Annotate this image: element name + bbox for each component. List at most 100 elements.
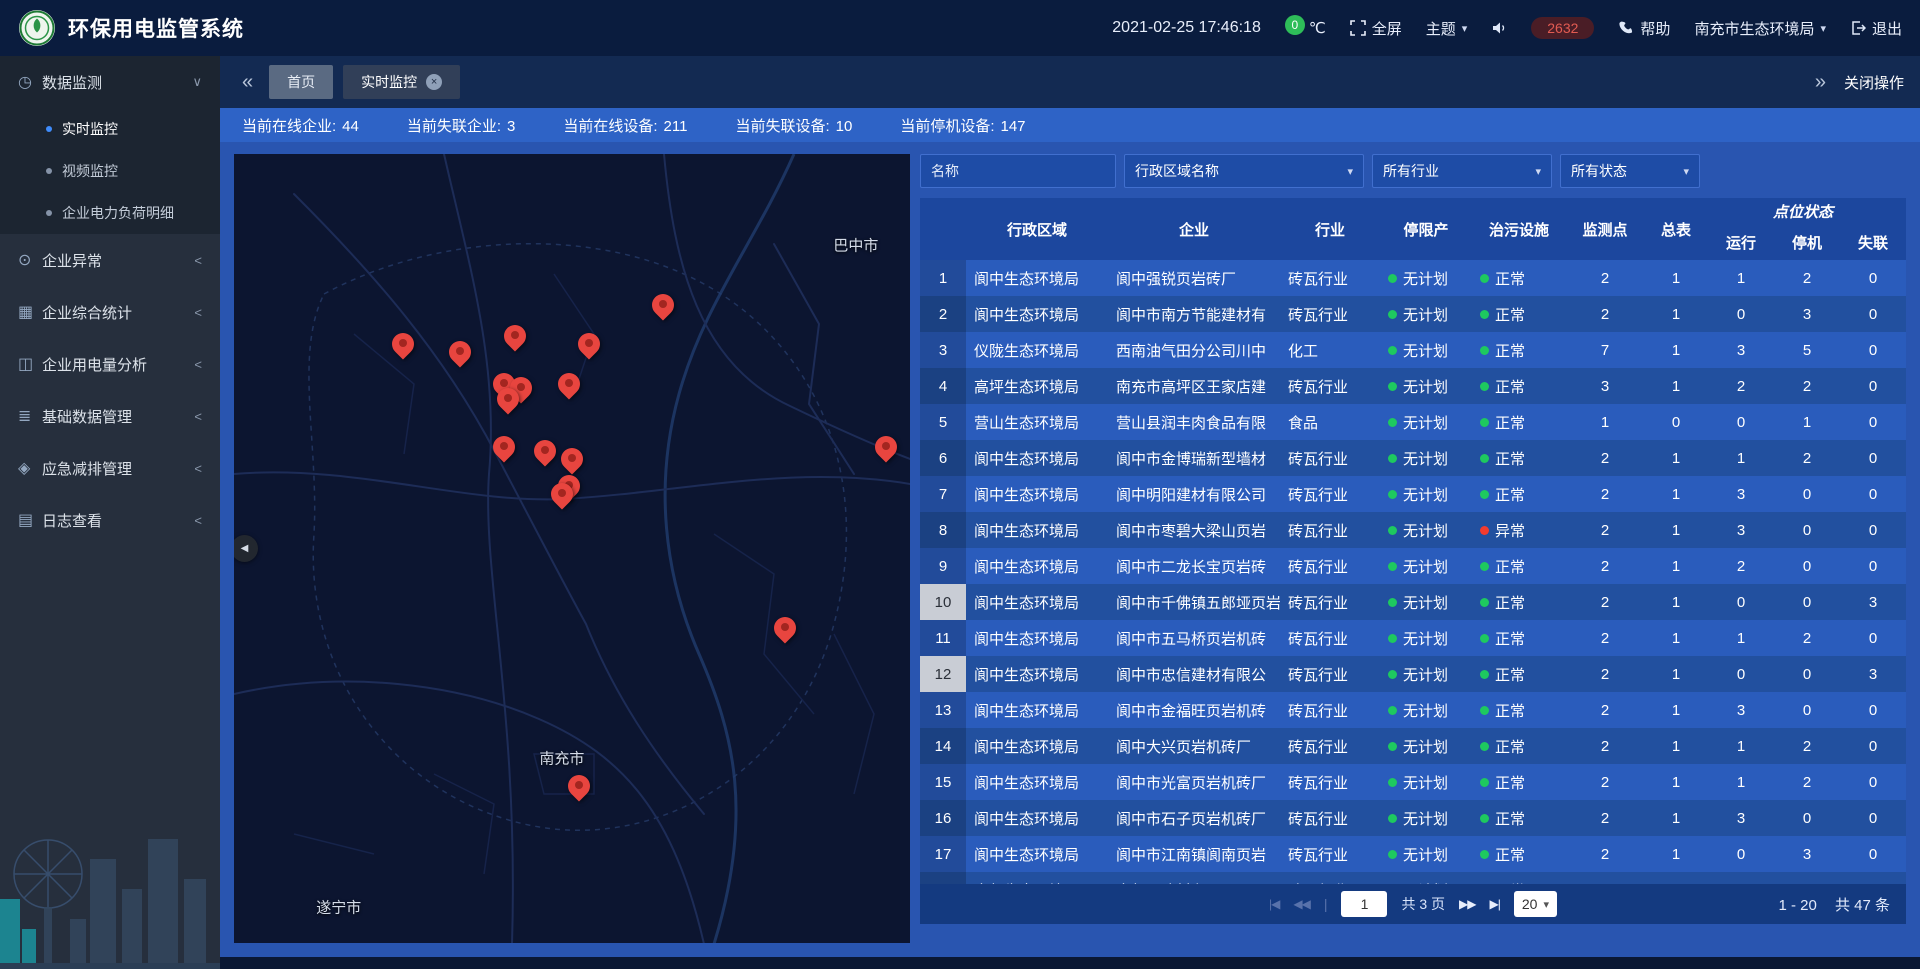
sidebar-group-alert[interactable]: ⊙企业异常< xyxy=(0,234,220,286)
map-pin-icon[interactable] xyxy=(578,333,600,355)
name-filter-input[interactable] xyxy=(920,154,1116,188)
table-row[interactable]: 13阆中生态环境局阆中市金福旺页岩机砖砖瓦行业无计划正常21300 xyxy=(920,692,1906,728)
industry-filter-select[interactable]: 所有行业 ▾ xyxy=(1372,154,1552,188)
sidebar-group-database[interactable]: ≣基础数据管理< xyxy=(0,390,220,442)
table-row[interactable]: 3仪陇生态环境局西南油气田分公司川中化工无计划正常71350 xyxy=(920,332,1906,368)
cell-meter: 1 xyxy=(1644,440,1708,476)
map[interactable]: 巴中市南充市遂宁市 ◀ xyxy=(234,154,910,943)
cell-facility-status: 正常 xyxy=(1472,692,1566,728)
map-pin-icon[interactable] xyxy=(497,388,519,410)
prev-page-icon[interactable]: ◀◀ xyxy=(1293,897,1309,911)
page-size-select[interactable]: 20 ▾ xyxy=(1514,891,1557,917)
map-pin-icon[interactable] xyxy=(534,440,556,462)
org-menu[interactable]: 南充市生态环境局 ▾ xyxy=(1694,18,1826,39)
tab-bar: « 首页 实时监控 × » 关闭操作 xyxy=(220,56,1920,108)
table-row[interactable]: 10阆中生态环境局阆中市千佛镇五郎垭页岩砖瓦行业无计划正常21003 xyxy=(920,584,1906,620)
table-row[interactable]: 14阆中生态环境局阆中大兴页岩机砖厂砖瓦行业无计划正常21120 xyxy=(920,728,1906,764)
table-row[interactable]: 11阆中生态环境局阆中市五马桥页岩机砖砖瓦行业无计划正常21120 xyxy=(920,620,1906,656)
cell-region: 阆中生态环境局 xyxy=(966,620,1108,656)
map-pin-icon[interactable] xyxy=(493,436,515,458)
table-row[interactable]: 12阆中生态环境局阆中市忠信建材有限公砖瓦行业无计划正常21003 xyxy=(920,656,1906,692)
cell-facility-status: 正常 xyxy=(1472,872,1566,884)
collapse-map-button[interactable]: ◀ xyxy=(234,535,258,562)
map-pin-icon[interactable] xyxy=(568,775,590,797)
sidebar-item-power-load-detail[interactable]: 企业电力负荷明细 xyxy=(0,192,220,234)
sidebar-group-chart[interactable]: ◫企业用电量分析< xyxy=(0,338,220,390)
next-page-icon[interactable]: ▶▶ xyxy=(1459,897,1475,911)
sidebar-group-stats[interactable]: ▦企业综合统计< xyxy=(0,286,220,338)
cell-company: 阆中市千佛镇五郎垭页岩 xyxy=(1108,584,1280,620)
row-index: 1 xyxy=(920,260,966,296)
map-pin-icon[interactable] xyxy=(774,617,796,639)
table-row[interactable]: 2阆中生态环境局阆中市南方节能建材有砖瓦行业无计划正常21030 xyxy=(920,296,1906,332)
map-pin-icon[interactable] xyxy=(875,436,897,458)
tab-realtime-monitor[interactable]: 实时监控 × xyxy=(343,65,460,99)
cell-limit-status: 无计划 xyxy=(1380,332,1472,368)
status-dot-icon xyxy=(1480,598,1489,607)
sidebar-item-video-monitor[interactable]: 视频监控 xyxy=(0,150,220,192)
page-number-input[interactable] xyxy=(1341,891,1387,917)
status-dot-icon xyxy=(1388,670,1397,679)
table-row[interactable]: 1阆中生态环境局阆中强锐页岩砖厂砖瓦行业无计划正常21120 xyxy=(920,260,1906,296)
logout-button[interactable]: 退出 xyxy=(1850,18,1902,39)
status-dot-icon xyxy=(1480,814,1489,823)
cell-run: 3 xyxy=(1708,800,1774,836)
fullscreen-button[interactable]: 全屏 xyxy=(1350,18,1402,39)
row-index: 14 xyxy=(920,728,966,764)
status-dot-icon xyxy=(1480,526,1489,535)
cell-stop: 2 xyxy=(1774,764,1840,800)
table-row[interactable]: 16阆中生态环境局阆中市石子页岩机砖厂砖瓦行业无计划正常21300 xyxy=(920,800,1906,836)
bottom-strip xyxy=(220,957,1920,969)
notice-count-badge[interactable]: 2632 xyxy=(1531,17,1594,39)
last-page-icon[interactable]: ▶| xyxy=(1490,897,1500,911)
map-pin-icon[interactable] xyxy=(504,325,526,347)
close-operations-button[interactable]: 关闭操作 xyxy=(1844,72,1904,93)
sidebar-group-log[interactable]: ▤日志查看< xyxy=(0,494,220,546)
sidebar-group-emergency[interactable]: ◈应急减排管理< xyxy=(0,442,220,494)
table-row[interactable]: 17阆中生态环境局阆中市江南镇阆南页岩砖瓦行业无计划正常21030 xyxy=(920,836,1906,872)
stat-item: 当前在线设备:211 xyxy=(563,115,687,136)
table-row[interactable]: 4高坪生态环境局南充市高坪区王家店建砖瓦行业无计划正常31220 xyxy=(920,368,1906,404)
status-dot-icon xyxy=(1480,382,1489,391)
map-pin-icon[interactable] xyxy=(652,294,674,316)
cell-stop: 2 xyxy=(1774,620,1840,656)
cell-meter: 1 xyxy=(1644,260,1708,296)
cell-limit-status: 无计划 xyxy=(1380,548,1472,584)
table-row[interactable]: 5营山生态环境局营山县润丰肉食品有限食品无计划正常10010 xyxy=(920,404,1906,440)
row-index: 16 xyxy=(920,800,966,836)
total-pages-label: 共 3 页 xyxy=(1401,894,1445,914)
cell-limit-status: 无计划 xyxy=(1380,620,1472,656)
datetime: 2021-02-25 17:46:18 xyxy=(1112,19,1261,37)
announcement-button[interactable] xyxy=(1491,20,1507,36)
row-index: 12 xyxy=(920,656,966,692)
tabs-scroll-right-icon[interactable]: » xyxy=(1809,71,1832,94)
table-row[interactable]: 8阆中生态环境局阆中市枣碧大梁山页岩砖瓦行业无计划异常21300 xyxy=(920,512,1906,548)
table-row[interactable]: 9阆中生态环境局阆中市二龙长宝页岩砖砖瓦行业无计划正常21200 xyxy=(920,548,1906,584)
table-row[interactable]: 18南部生态环境局南部县建材有限公司砖瓦行业无计划正常21030 xyxy=(920,872,1906,884)
map-city-label: 巴中市 xyxy=(833,234,878,255)
table-row[interactable]: 7阆中生态环境局阆中明阳建材有限公司砖瓦行业无计划正常21300 xyxy=(920,476,1906,512)
help-button[interactable]: 帮助 xyxy=(1618,18,1670,39)
first-page-icon[interactable]: |◀ xyxy=(1269,897,1279,911)
region-filter-select[interactable]: 行政区域名称 ▾ xyxy=(1124,154,1364,188)
tab-home[interactable]: 首页 xyxy=(269,65,333,99)
cell-lost: 0 xyxy=(1840,620,1906,656)
map-pin-icon[interactable] xyxy=(561,448,583,470)
status-filter-select[interactable]: 所有状态 ▾ xyxy=(1560,154,1700,188)
logout-icon xyxy=(1850,20,1866,36)
tabs-scroll-left-icon[interactable]: « xyxy=(236,71,259,94)
cell-region: 阆中生态环境局 xyxy=(966,476,1108,512)
tab-close-icon[interactable]: × xyxy=(426,74,442,90)
map-pin-icon[interactable] xyxy=(392,333,414,355)
map-pin-icon[interactable] xyxy=(449,341,471,363)
table-row[interactable]: 15阆中生态环境局阆中市光富页岩机砖厂砖瓦行业无计划正常21120 xyxy=(920,764,1906,800)
cell-facility-status: 正常 xyxy=(1472,440,1566,476)
map-pin-icon[interactable] xyxy=(558,373,580,395)
sidebar-item-realtime-monitor[interactable]: 实时监控 xyxy=(0,108,220,150)
sidebar-group-monitor[interactable]: ◷数据监测∨ xyxy=(0,56,220,108)
theme-menu[interactable]: 主题 ▾ xyxy=(1426,18,1468,39)
cell-points: 2 xyxy=(1566,476,1644,512)
cell-region: 营山生态环境局 xyxy=(966,404,1108,440)
table-row[interactable]: 6阆中生态环境局阆中市金博瑞新型墙材砖瓦行业无计划正常21120 xyxy=(920,440,1906,476)
map-pin-icon[interactable] xyxy=(551,483,573,505)
